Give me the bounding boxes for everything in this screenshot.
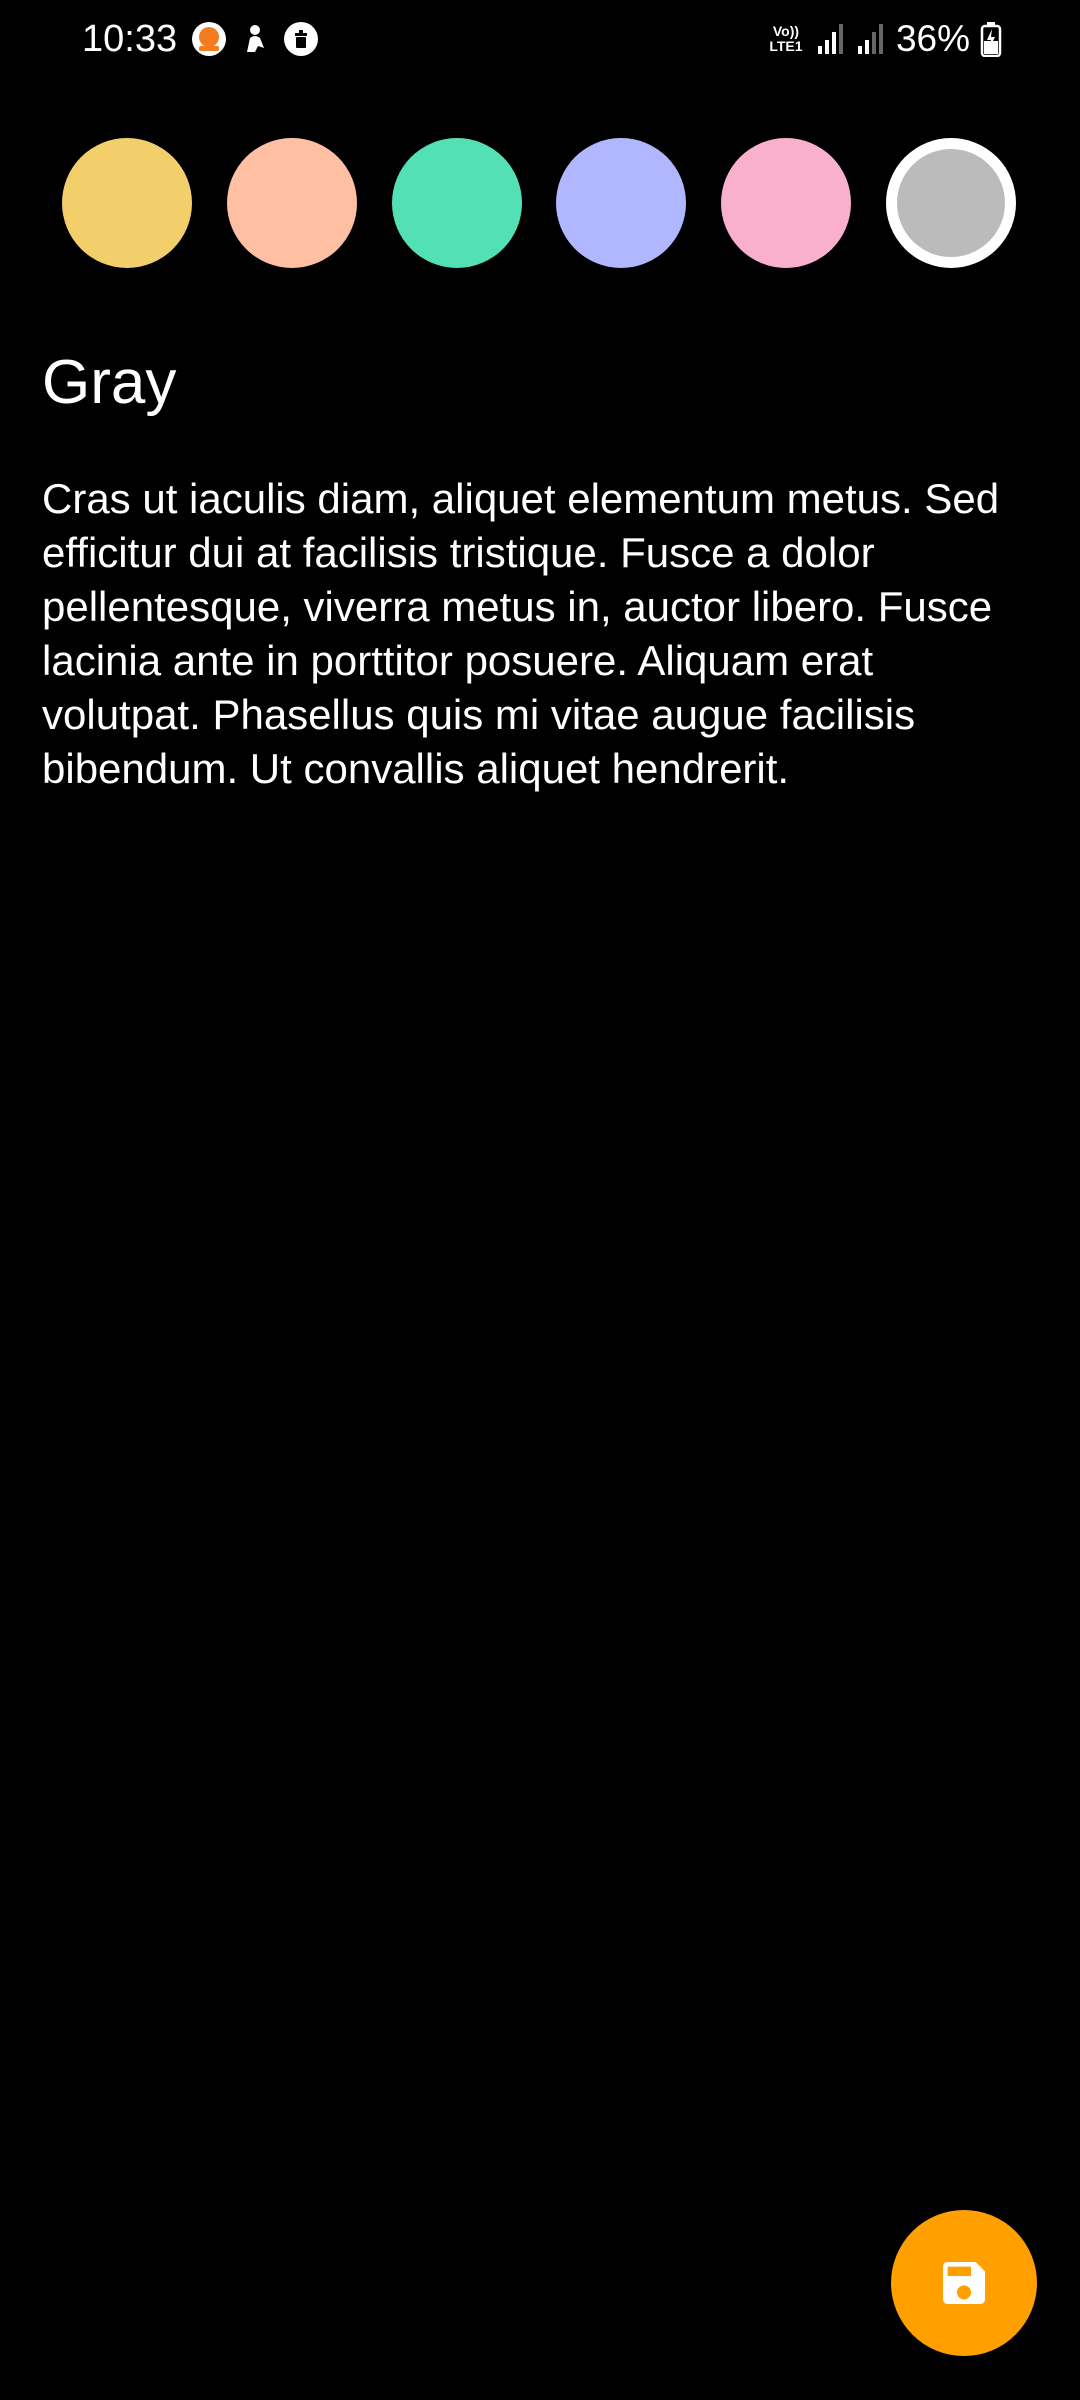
note-title-input[interactable]: Gray xyxy=(42,344,176,422)
person-notification-icon xyxy=(238,22,272,56)
status-bar: 10:33 Vo)) LTE1 36% xyxy=(0,0,1080,80)
color-swatch-yellow[interactable] xyxy=(62,138,192,268)
notification-icons xyxy=(192,22,318,56)
battery-charging-icon xyxy=(980,22,1002,57)
color-swatch-peach[interactable] xyxy=(227,138,357,268)
save-icon xyxy=(943,2262,985,2304)
app-notification-icon xyxy=(192,22,226,56)
signal-icon xyxy=(817,24,843,54)
color-swatch-gray[interactable] xyxy=(886,138,1016,268)
color-swatch-pink[interactable] xyxy=(721,138,851,268)
note-content-input[interactable]: Cras ut iaculis diam, aliquet elementum … xyxy=(42,472,1042,796)
color-palette xyxy=(62,138,1018,270)
battery-percentage: 36% xyxy=(895,18,970,59)
delete-notification-icon xyxy=(284,22,318,56)
status-time: 10:33 xyxy=(82,18,178,60)
color-swatch-green[interactable] xyxy=(392,138,522,268)
status-right: Vo)) LTE1 36% xyxy=(766,14,1002,64)
color-swatch-lavender[interactable] xyxy=(556,138,686,268)
signal-icon-2 xyxy=(857,24,883,54)
save-note-button[interactable] xyxy=(891,2210,1037,2356)
volte-label: Vo)) LTE1 xyxy=(769,23,803,54)
